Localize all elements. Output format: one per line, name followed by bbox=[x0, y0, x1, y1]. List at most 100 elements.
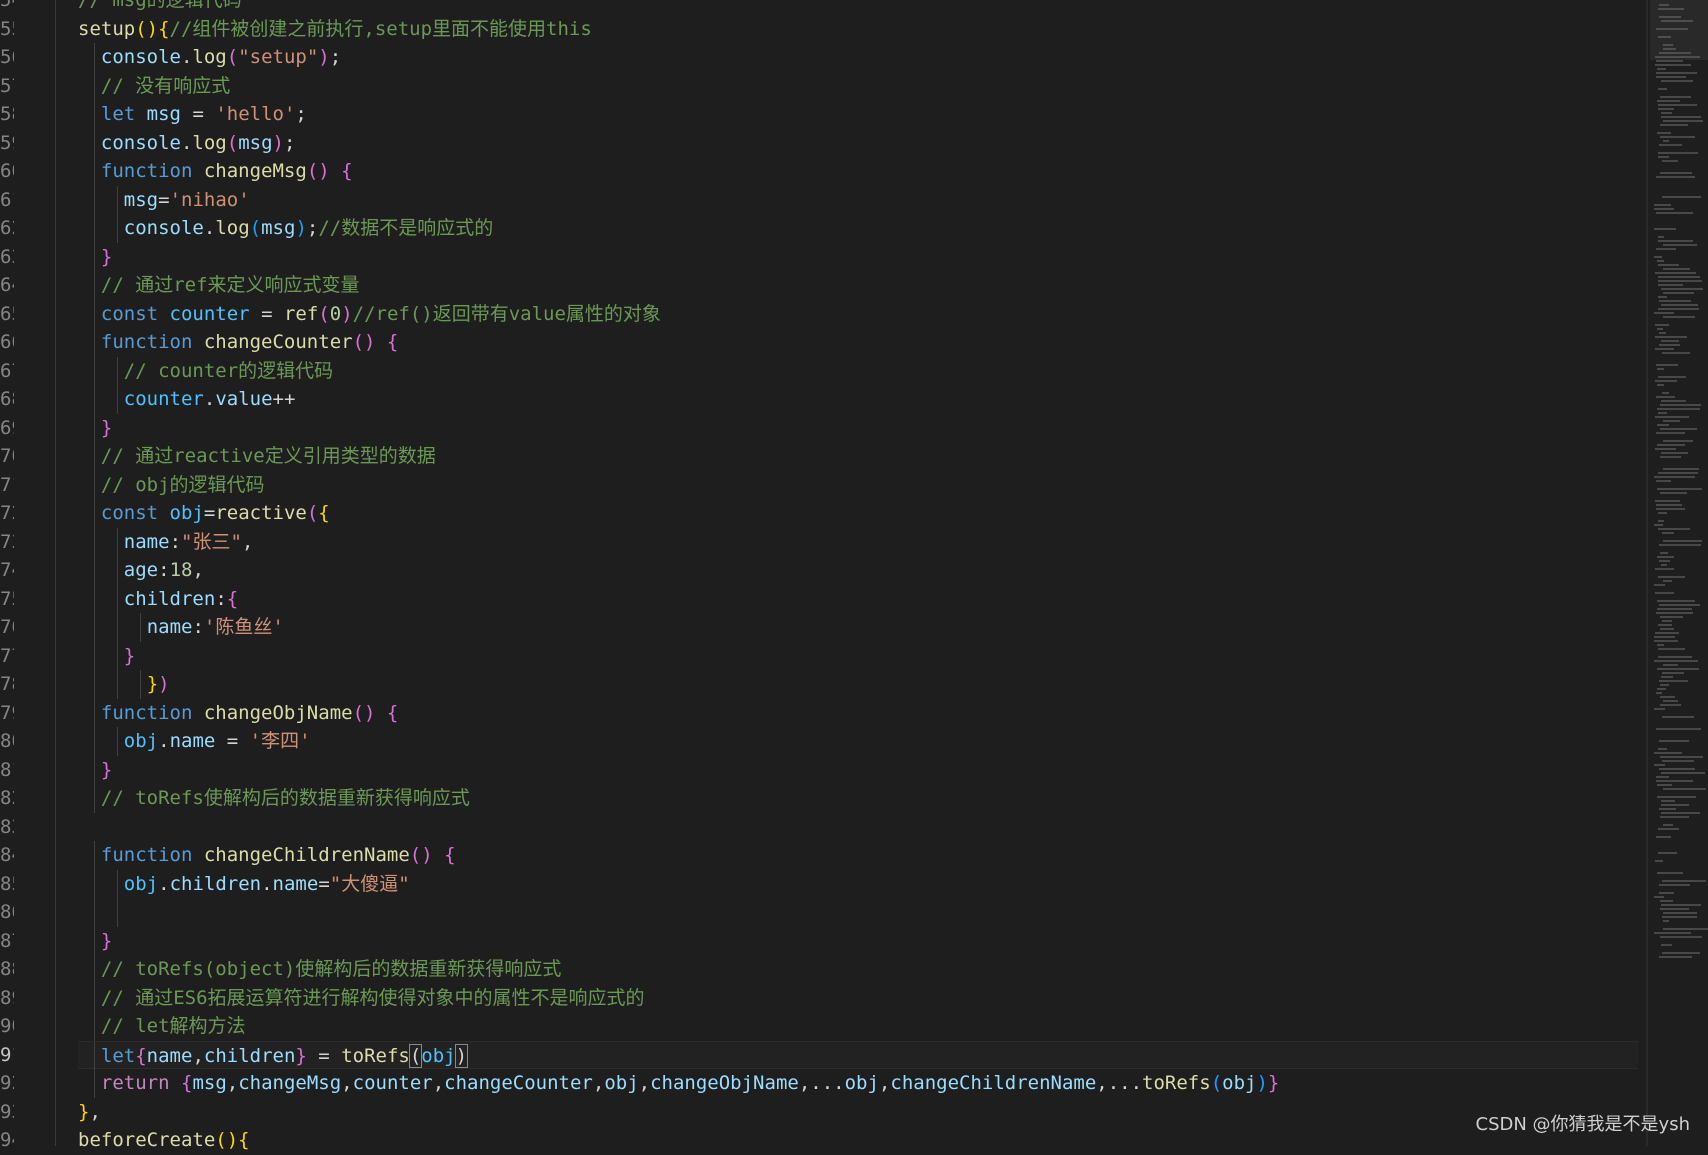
code-line[interactable]: // let解构方法 bbox=[78, 1012, 1638, 1041]
code-line[interactable]: // 通过reactive定义引用类型的数据 bbox=[78, 442, 1638, 471]
token: 18 bbox=[169, 559, 193, 581]
code-line[interactable]: return {msg,changeMsg,counter,changeCoun… bbox=[78, 1069, 1638, 1098]
indent-guide bbox=[94, 1012, 95, 1041]
token: // msg的逻辑代码 bbox=[78, 0, 242, 11]
code-line[interactable]: } bbox=[78, 926, 1638, 955]
minimap-line bbox=[1660, 96, 1691, 98]
code-line[interactable]: const obj=reactive({ bbox=[78, 499, 1638, 528]
code-line[interactable]: console.log("setup"); bbox=[78, 43, 1638, 72]
indent-guide bbox=[94, 499, 95, 528]
code-line[interactable]: }) bbox=[78, 670, 1638, 699]
token: function bbox=[100, 331, 193, 353]
code-text: beforeCreate(){ bbox=[78, 1129, 250, 1151]
indent-guide bbox=[116, 641, 118, 670]
code-line[interactable]: } bbox=[78, 641, 1638, 670]
code-line[interactable]: const counter = ref(0)//ref()返回带有value属性… bbox=[78, 299, 1638, 328]
token: setup bbox=[78, 17, 136, 40]
token: return bbox=[100, 1072, 170, 1094]
minimap-line bbox=[1656, 396, 1675, 398]
minimap-line bbox=[1655, 448, 1676, 450]
code-line[interactable]: setup(){//组件被创建之前执行,setup里面不能使用this bbox=[78, 15, 1638, 44]
line-number: 84 bbox=[0, 844, 14, 866]
code-line[interactable]: // 没有响应式 bbox=[78, 71, 1638, 100]
code-line[interactable]: function changeCounter() { bbox=[78, 328, 1638, 357]
code-line[interactable]: // msg的逻辑代码 bbox=[78, 0, 1638, 15]
code-line[interactable]: console.log(msg); bbox=[78, 128, 1638, 157]
code-line[interactable]: }, bbox=[78, 1098, 1638, 1127]
code-line[interactable]: children:{ bbox=[78, 584, 1638, 613]
code-editor[interactable]: // msg的逻辑代码 setup(){//组件被创建之前执行,setup里面不能… bbox=[78, 0, 1638, 1155]
code-text: // toRefs(object)使解构后的数据重新获得响应式 bbox=[101, 958, 561, 980]
code-line[interactable]: counter.value++ bbox=[78, 385, 1638, 414]
code-text: children:{ bbox=[124, 588, 238, 610]
code-line[interactable]: obj.children.name="大傻逼" bbox=[78, 869, 1638, 898]
minimap-slider[interactable] bbox=[1650, 0, 1708, 60]
minimap-line bbox=[1660, 456, 1681, 458]
code-line[interactable]: beforeCreate(){ bbox=[78, 1126, 1638, 1155]
code-line[interactable]: age:18, bbox=[78, 556, 1638, 585]
minimap-line bbox=[1657, 796, 1696, 798]
indent-guide bbox=[94, 157, 95, 186]
code-line[interactable]: name:'陈鱼丝' bbox=[78, 613, 1638, 642]
code-text: console.log(msg); bbox=[101, 132, 296, 154]
code-line[interactable]: } bbox=[78, 755, 1638, 784]
token: { bbox=[180, 1072, 193, 1094]
code-line[interactable]: } bbox=[78, 242, 1638, 271]
code-line[interactable] bbox=[78, 898, 1638, 927]
token: obj bbox=[844, 1072, 879, 1094]
code-line[interactable]: function changeChildrenName() { bbox=[78, 841, 1638, 870]
code-line[interactable]: obj.name = '李四' bbox=[78, 727, 1638, 756]
line-number: 89 bbox=[0, 986, 14, 1009]
minimap-line bbox=[1657, 784, 1672, 786]
minimap-line bbox=[1663, 268, 1690, 270]
minimap-line bbox=[1663, 440, 1693, 442]
code-line[interactable]: // 通过ES6拓展运算符进行解构使得对象中的属性不是响应式的 bbox=[78, 983, 1638, 1012]
code-text: const counter = ref(0)//ref()返回带有value属性… bbox=[101, 303, 661, 325]
minimap-line bbox=[1657, 408, 1700, 410]
minimap-line bbox=[1658, 828, 1679, 830]
token: = bbox=[158, 188, 170, 211]
token: changeMsg bbox=[203, 160, 307, 182]
token: value bbox=[215, 388, 273, 410]
token: , bbox=[89, 1100, 101, 1123]
indent-guide bbox=[116, 385, 118, 414]
code-line[interactable]: } bbox=[78, 413, 1638, 442]
code-line[interactable]: let msg = 'hello'; bbox=[78, 100, 1638, 129]
vertical-scrollbar[interactable] bbox=[1646, 0, 1648, 1146]
code-line[interactable]: // toRefs使解构后的数据重新获得响应式 bbox=[78, 784, 1638, 813]
code-line[interactable]: name:"张三", bbox=[78, 527, 1638, 556]
code-line[interactable]: // obj的逻辑代码 bbox=[78, 470, 1638, 499]
code-line[interactable] bbox=[78, 813, 1638, 842]
code-line[interactable]: let{name,children} = toRefs(obj) bbox=[78, 1040, 1638, 1070]
code-line[interactable]: msg='nihao' bbox=[78, 185, 1638, 214]
token: beforeCreate bbox=[78, 1129, 216, 1151]
minimap-line bbox=[1660, 908, 1689, 910]
indent-guide bbox=[94, 128, 95, 157]
indent-guide bbox=[116, 185, 118, 214]
token: , bbox=[592, 1072, 605, 1094]
code-line[interactable]: console.log(msg);//数据不是响应式的 bbox=[78, 214, 1638, 243]
minimap-line bbox=[1654, 660, 1698, 662]
minimap-line bbox=[1661, 340, 1679, 342]
code-line[interactable]: function changeMsg() { bbox=[78, 157, 1638, 186]
token: // counter的逻辑代码 bbox=[123, 359, 334, 382]
minimap-line bbox=[1654, 256, 1662, 258]
token: // 通过ref来定义响应式变量 bbox=[100, 274, 360, 296]
minimap-line bbox=[1658, 376, 1686, 378]
indent-guide bbox=[116, 613, 118, 642]
code-line[interactable]: function changeObjName() { bbox=[78, 698, 1638, 727]
code-line[interactable]: // counter的逻辑代码 bbox=[78, 356, 1638, 385]
code-line[interactable]: // 通过ref来定义响应式变量 bbox=[78, 271, 1638, 300]
token: } bbox=[78, 1100, 90, 1123]
token: ) bbox=[158, 673, 170, 695]
minimap-line bbox=[1657, 444, 1685, 446]
token: age bbox=[123, 559, 159, 581]
minimap-line bbox=[1663, 316, 1695, 318]
minimap[interactable] bbox=[1650, 0, 1708, 1146]
minimap-line bbox=[1661, 564, 1667, 566]
code-line[interactable]: // toRefs(object)使解构后的数据重新获得响应式 bbox=[78, 955, 1638, 984]
token: ( bbox=[249, 217, 262, 239]
token: ( bbox=[408, 1043, 423, 1068]
